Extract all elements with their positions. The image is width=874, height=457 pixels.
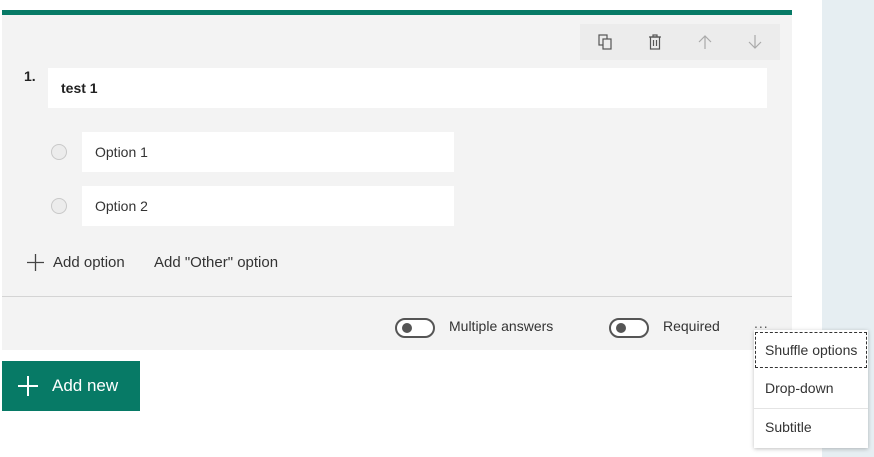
required-toggle[interactable]: [609, 318, 649, 338]
more-settings-menu: Shuffle options Drop-down Subtitle: [754, 330, 868, 448]
question-toolbar: [580, 24, 780, 60]
question-number: 1.: [24, 68, 36, 84]
plus-icon: [18, 376, 38, 396]
more-settings-button[interactable]: ...: [754, 316, 776, 330]
multiple-answers-label: Multiple answers: [449, 318, 554, 334]
move-down-button[interactable]: [730, 24, 780, 60]
multiple-answers-toggle[interactable]: [395, 318, 435, 338]
toggle-knob: [402, 323, 412, 333]
option-2-radio: [51, 198, 67, 214]
card-accent-bar: [2, 10, 792, 15]
option-1-radio: [51, 144, 67, 160]
option-1-input[interactable]: Option 1: [82, 132, 454, 172]
menu-item-shuffle-options[interactable]: Shuffle options: [754, 331, 868, 369]
card-divider: [2, 296, 792, 297]
plus-icon: [27, 253, 44, 271]
toggle-knob: [616, 323, 626, 333]
add-new-button[interactable]: Add new: [2, 361, 140, 411]
question-title-text: test 1: [61, 80, 98, 96]
option-1-label: Option 1: [95, 144, 148, 160]
move-down-icon: [748, 35, 762, 49]
required-label: Required: [663, 318, 720, 334]
add-option-button[interactable]: Add option: [26, 252, 125, 272]
add-other-option-label: Add "Other" option: [154, 253, 279, 271]
add-option-label: Add option: [53, 253, 125, 271]
move-up-button[interactable]: [680, 24, 730, 60]
copy-question-button[interactable]: [580, 24, 630, 60]
delete-icon: [649, 34, 661, 50]
option-2-label: Option 2: [95, 198, 148, 214]
delete-question-button[interactable]: [630, 24, 680, 60]
menu-item-label: Shuffle options: [765, 342, 858, 358]
menu-item-label: Subtitle: [765, 419, 812, 435]
add-other-option-button[interactable]: Add "Other" option: [154, 252, 278, 272]
menu-item-drop-down[interactable]: Drop-down: [754, 369, 868, 407]
menu-item-label: Drop-down: [765, 380, 834, 396]
add-new-label: Add new: [52, 376, 119, 395]
option-2-input[interactable]: Option 2: [82, 186, 454, 226]
move-up-icon: [698, 35, 712, 49]
menu-item-subtitle[interactable]: Subtitle: [754, 408, 868, 446]
question-card: [2, 10, 792, 350]
copy-icon: [598, 34, 612, 50]
question-title-input[interactable]: test 1: [48, 68, 767, 108]
